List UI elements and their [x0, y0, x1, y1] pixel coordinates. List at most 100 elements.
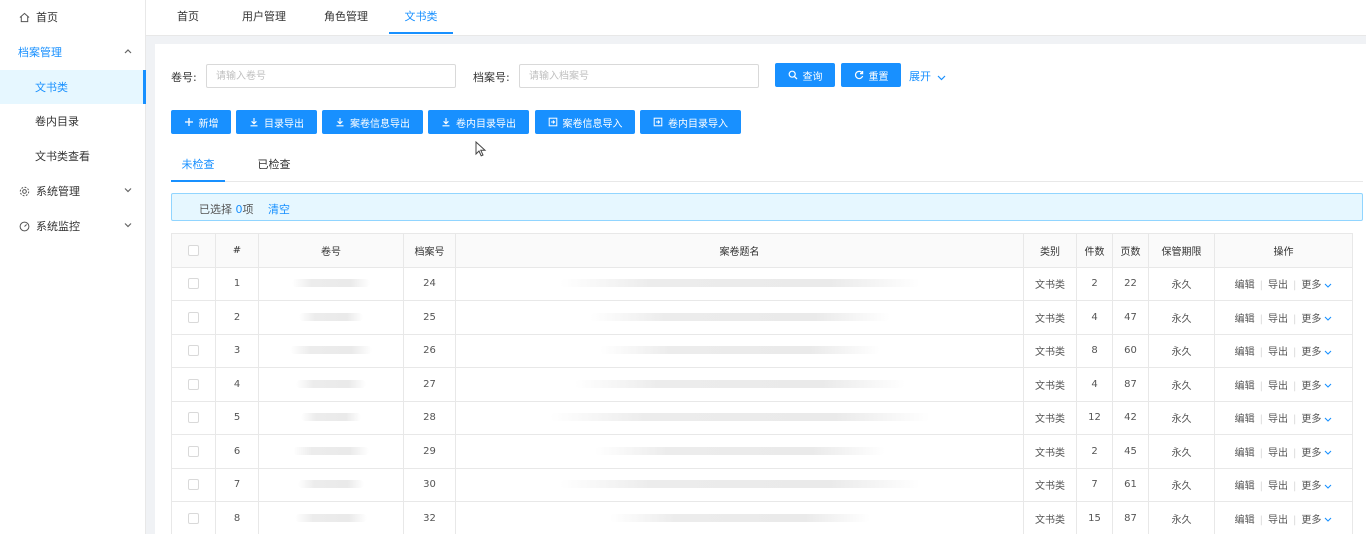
tab-user-management[interactable]: 用户管理	[232, 0, 296, 34]
more-dropdown[interactable]: 更多	[1301, 481, 1332, 492]
row-pages: 45	[1112, 434, 1149, 469]
more-dropdown[interactable]: 更多	[1301, 448, 1332, 459]
table-row[interactable]: 7 30 文书类 7 61 永久 编辑 | 导出 | 更多	[171, 467, 1353, 502]
column-header-items[interactable]: 件数	[1076, 233, 1113, 268]
sidebar-item-inner-catalog[interactable]: 卷内目录	[0, 104, 146, 138]
table-row[interactable]: 6 29 文书类 2 45 永久 编辑 | 导出 | 更多	[171, 434, 1353, 469]
tab-unchecked[interactable]: 未检查	[171, 154, 225, 182]
row-items: 2	[1076, 266, 1113, 301]
volume-input[interactable]	[206, 64, 456, 88]
column-header-volume[interactable]: 卷号	[258, 233, 404, 268]
export-catalog-button[interactable]: 目录导出	[236, 110, 317, 134]
tab-home[interactable]: 首页	[166, 0, 210, 34]
edit-link[interactable]: 编辑	[1235, 448, 1255, 459]
search-icon	[788, 70, 798, 80]
row-volume	[258, 434, 404, 469]
export-link[interactable]: 导出	[1268, 414, 1288, 425]
action-divider: |	[1259, 280, 1263, 292]
row-title	[455, 333, 1024, 368]
row-checkbox[interactable]	[188, 512, 199, 524]
edit-link[interactable]: 编辑	[1235, 381, 1255, 392]
row-category: 文书类	[1023, 333, 1077, 368]
table-row[interactable]: 8 32 文书类 15 87 永久 编辑 | 导出 | 更多	[171, 501, 1353, 534]
export-link[interactable]: 导出	[1268, 347, 1288, 358]
column-header-archive[interactable]: 档案号	[403, 233, 456, 268]
sidebar-item-system-monitor[interactable]: 系统监控	[0, 209, 146, 243]
redacted-title	[609, 513, 870, 522]
add-button[interactable]: 新增	[171, 110, 231, 134]
row-checkbox[interactable]	[188, 378, 199, 390]
column-header-pages[interactable]: 页数	[1112, 233, 1149, 268]
row-pages: 87	[1112, 501, 1149, 534]
more-dropdown[interactable]: 更多	[1301, 280, 1332, 291]
download-icon	[249, 117, 259, 127]
edit-link[interactable]: 编辑	[1235, 481, 1255, 492]
row-checkbox[interactable]	[188, 412, 199, 423]
table-row[interactable]: 5 28 文书类 12 42 永久 编辑 | 导出 | 更多	[171, 400, 1353, 435]
action-divider: |	[1259, 514, 1263, 526]
row-category: 文书类	[1023, 266, 1077, 301]
sidebar-item-archive-management[interactable]: 档案管理	[0, 35, 146, 69]
tab-checked[interactable]: 已检查	[247, 154, 301, 182]
row-retention: 永久	[1148, 300, 1215, 335]
row-archive-number: 26	[403, 333, 456, 368]
table-row[interactable]: 4 27 文书类 4 87 永久 编辑 | 导出 | 更多	[171, 367, 1353, 402]
expand-toggle[interactable]: 展开	[909, 68, 946, 84]
import-icon	[653, 117, 663, 127]
sidebar-item-documents-view[interactable]: 文书类查看	[0, 139, 146, 173]
import-case-info-button[interactable]: 案卷信息导入	[535, 110, 635, 134]
reset-button[interactable]: 重置	[841, 63, 901, 87]
row-index: 1	[215, 266, 259, 301]
edit-link[interactable]: 编辑	[1235, 347, 1255, 358]
more-dropdown[interactable]: 更多	[1301, 381, 1332, 392]
tab-label: 文书类	[404, 10, 438, 23]
row-checkbox[interactable]	[188, 445, 199, 457]
export-inner-catalog-button[interactable]: 卷内目录导出	[428, 110, 529, 134]
edit-link[interactable]: 编辑	[1235, 280, 1255, 291]
edit-link[interactable]: 编辑	[1235, 414, 1255, 425]
action-divider: |	[1293, 414, 1297, 426]
select-all-checkbox[interactable]	[188, 244, 199, 256]
action-divider: |	[1259, 380, 1263, 392]
table-row[interactable]: 1 24 文书类 2 22 永久 编辑 | 导出 | 更多	[171, 266, 1353, 301]
edit-link[interactable]: 编辑	[1235, 314, 1255, 325]
row-checkbox[interactable]	[188, 479, 199, 490]
export-case-info-button[interactable]: 案卷信息导出	[322, 110, 423, 134]
tab-documents[interactable]: 文书类	[389, 0, 453, 34]
query-button[interactable]: 查询	[775, 63, 835, 87]
row-checkbox[interactable]	[188, 345, 199, 356]
redacted-title	[574, 379, 905, 388]
row-checkbox[interactable]	[188, 311, 199, 323]
export-link[interactable]: 导出	[1268, 448, 1288, 459]
tab-role-management[interactable]: 角色管理	[314, 0, 378, 34]
edit-link[interactable]: 编辑	[1235, 515, 1255, 526]
column-header-category[interactable]: 类别	[1023, 233, 1077, 268]
more-dropdown[interactable]: 更多	[1301, 515, 1332, 526]
clear-selection-link[interactable]: 清空	[268, 201, 290, 217]
sidebar-item-documents[interactable]: 文书类	[0, 70, 146, 104]
row-volume	[258, 367, 404, 402]
row-category: 文书类	[1023, 467, 1077, 502]
expand-label: 展开	[909, 70, 931, 83]
export-link[interactable]: 导出	[1268, 280, 1288, 291]
sidebar-item-home[interactable]: 首页	[0, 0, 146, 34]
row-index: 7	[215, 467, 259, 502]
more-dropdown[interactable]: 更多	[1301, 414, 1332, 425]
row-checkbox[interactable]	[188, 278, 199, 289]
export-link[interactable]: 导出	[1268, 481, 1288, 492]
action-divider: |	[1259, 347, 1263, 359]
export-link[interactable]: 导出	[1268, 381, 1288, 392]
import-inner-catalog-button[interactable]: 卷内目录导入	[640, 110, 741, 134]
sidebar-item-system-management[interactable]: 系统管理	[0, 174, 146, 208]
archive-number-input[interactable]	[519, 64, 759, 88]
row-retention: 永久	[1148, 266, 1215, 301]
chevron-down-icon	[1324, 417, 1332, 422]
column-header-retention[interactable]: 保管期限	[1148, 233, 1215, 268]
more-dropdown[interactable]: 更多	[1301, 347, 1332, 358]
more-dropdown[interactable]: 更多	[1301, 314, 1332, 325]
export-link[interactable]: 导出	[1268, 515, 1288, 526]
column-header-title[interactable]: 案卷题名	[455, 233, 1024, 268]
table-row[interactable]: 2 25 文书类 4 47 永久 编辑 | 导出 | 更多	[171, 300, 1353, 335]
export-link[interactable]: 导出	[1268, 314, 1288, 325]
table-row[interactable]: 3 26 文书类 8 60 永久 编辑 | 导出 | 更多	[171, 333, 1353, 368]
